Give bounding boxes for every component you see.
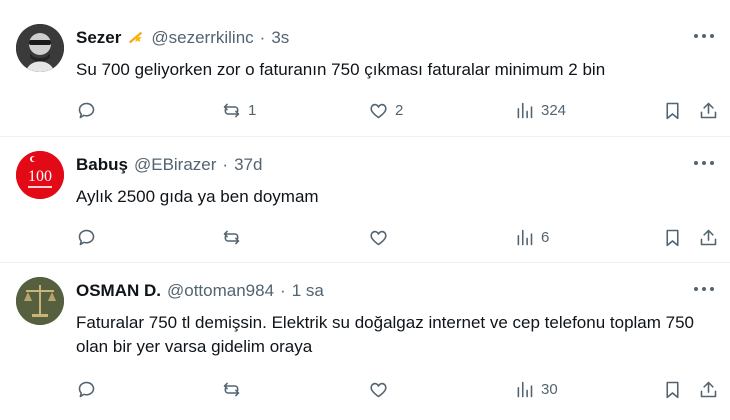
avatar-photo	[16, 24, 64, 72]
user-name[interactable]: Babuş	[76, 155, 128, 175]
more-options-icon[interactable]	[694, 285, 714, 293]
avatar-100-logo: 100	[16, 151, 64, 199]
more-options-icon[interactable]	[694, 32, 714, 40]
tweet-text: Faturalar 750 tl demişsin. Elektrik su d…	[76, 313, 695, 356]
reply-button[interactable]	[76, 98, 103, 122]
repost-button[interactable]: 1	[221, 98, 256, 122]
bookmark-icon	[666, 229, 679, 246]
views-icon	[517, 381, 533, 397]
action-bar: 1 2 324	[76, 98, 719, 122]
share-button[interactable]	[698, 98, 719, 122]
views-button[interactable]: 324	[514, 98, 566, 122]
user-handle[interactable]: @sezerrkilinc	[151, 28, 253, 48]
action-bar: 6	[76, 225, 719, 249]
share-icon	[700, 381, 717, 397]
tweet[interactable]: OSMAN D. @ottoman984 · 1 sa Faturalar 75…	[0, 263, 730, 420]
timestamp[interactable]: 1 sa	[292, 281, 324, 301]
tweet[interactable]: Sezer @sezerrkilinc · 3s Su 700 geliyork…	[0, 0, 730, 137]
user-handle[interactable]: @ottoman984	[167, 281, 274, 301]
like-button[interactable]: 2	[368, 98, 403, 122]
bookmark-button[interactable]	[662, 225, 683, 249]
share-button[interactable]	[698, 225, 719, 249]
separator-dot: ·	[280, 281, 286, 300]
reply-icon	[78, 102, 95, 118]
tweet-text: Aylık 2500 gıda ya ben doymam	[76, 187, 319, 206]
repost-button[interactable]	[221, 225, 248, 249]
views-count: 324	[541, 101, 567, 119]
bookmark-icon	[666, 381, 679, 398]
repost-icon	[223, 230, 240, 244]
views-button[interactable]: 30	[514, 377, 558, 401]
tweet-header: OSMAN D. @ottoman984 · 1 sa	[76, 281, 324, 301]
star-badge-icon	[129, 31, 143, 44]
repost-icon	[223, 382, 240, 396]
repost-icon	[223, 103, 240, 117]
timestamp[interactable]: 3s	[271, 28, 289, 48]
avatar-scales-image	[16, 277, 64, 325]
reply-icon	[78, 229, 95, 245]
more-options-icon[interactable]	[694, 159, 714, 167]
bookmark-button[interactable]	[662, 377, 683, 401]
share-button[interactable]	[698, 377, 719, 401]
share-icon	[700, 229, 717, 245]
heart-icon	[370, 230, 387, 245]
like-button[interactable]	[368, 225, 395, 249]
timestamp[interactable]: 37d	[234, 155, 262, 175]
separator-dot: ·	[222, 155, 229, 174]
tweet[interactable]: 100 Babuş @EBirazer · 37d Aylık 2500 gıd…	[0, 137, 730, 263]
avatar[interactable]	[16, 24, 64, 72]
user-handle[interactable]: @EBirazer	[134, 155, 216, 175]
like-button[interactable]	[368, 377, 395, 401]
views-icon	[517, 102, 533, 118]
tweet-text: Su 700 geliyorken zor o faturanın 750 çı…	[76, 60, 606, 79]
views-count: 6	[541, 228, 550, 246]
heart-icon	[370, 382, 387, 397]
action-bar: 30	[76, 377, 719, 401]
tweet-header: Babuş @EBirazer · 37d	[76, 155, 262, 175]
like-count: 2	[395, 101, 404, 119]
reply-button[interactable]	[76, 377, 103, 401]
separator-dot: ·	[259, 28, 266, 47]
avatar[interactable]	[16, 277, 64, 325]
views-icon	[517, 229, 533, 245]
share-icon	[700, 102, 717, 118]
bookmark-button[interactable]	[662, 98, 683, 122]
views-button[interactable]: 6	[514, 225, 549, 249]
tweet-header: Sezer @sezerrkilinc · 3s	[76, 28, 289, 48]
reply-button[interactable]	[76, 225, 103, 249]
bookmark-icon	[666, 102, 679, 119]
repost-button[interactable]	[221, 377, 248, 401]
user-name[interactable]: Sezer	[76, 28, 121, 48]
reply-icon	[78, 381, 95, 397]
views-count: 30	[541, 380, 558, 398]
avatar-text: 100	[28, 168, 52, 185]
avatar[interactable]: 100	[16, 151, 64, 199]
user-name[interactable]: OSMAN D.	[76, 281, 161, 301]
heart-icon	[370, 103, 387, 118]
repost-count: 1	[248, 101, 257, 119]
